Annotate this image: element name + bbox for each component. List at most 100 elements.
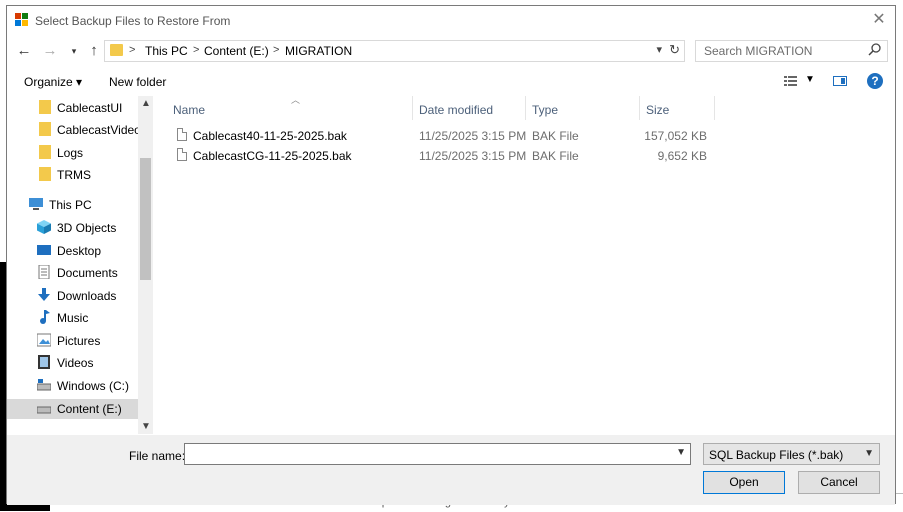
file-name: Cablecast40-11-25-2025.bak bbox=[193, 129, 347, 143]
view-options-icon[interactable] bbox=[784, 76, 797, 86]
tree-item-cablecastui[interactable]: CablecastUI bbox=[7, 98, 138, 118]
new-folder-button[interactable]: New folder bbox=[109, 75, 166, 89]
recent-locations-button[interactable]: ▾ bbox=[65, 42, 83, 60]
tree-item-this-pc[interactable]: This PC bbox=[7, 195, 138, 215]
pictures-icon bbox=[37, 333, 51, 347]
search-box[interactable]: Search MIGRATION bbox=[695, 40, 888, 62]
tree-item-pictures[interactable]: Pictures bbox=[7, 331, 138, 351]
tree-item-downloads[interactable]: Downloads bbox=[7, 286, 138, 306]
cancel-button[interactable]: Cancel bbox=[798, 471, 880, 494]
open-button[interactable]: Open bbox=[703, 471, 785, 494]
tree-item-cablecastvideos[interactable]: CablecastVideoS bbox=[7, 120, 138, 140]
address-dropdown-icon[interactable]: ▾ bbox=[656, 43, 662, 56]
chevron-down-icon[interactable]: ▼ bbox=[676, 447, 686, 458]
drive-icon bbox=[37, 379, 51, 391]
column-header-label: Size bbox=[646, 103, 670, 117]
search-input[interactable]: Search MIGRATION bbox=[704, 44, 812, 58]
tree-item-label: This PC bbox=[49, 198, 92, 212]
dialog-footer: File name: ▼ SQL Backup Files (*.bak) ▼ … bbox=[7, 435, 895, 505]
breadcrumb-separator-icon: > bbox=[193, 44, 200, 56]
tree-item-label: Documents bbox=[57, 266, 118, 280]
dialog-title: Select Backup Files to Restore From bbox=[35, 14, 231, 28]
tree-item-content-e[interactable]: Content (E:) bbox=[7, 399, 138, 419]
column-header-date[interactable]: Date modified bbox=[411, 96, 523, 120]
file-type: BAK File bbox=[532, 149, 579, 163]
tree-item-label: Windows (C:) bbox=[57, 379, 130, 393]
refresh-icon[interactable]: ↻ bbox=[669, 42, 680, 58]
organize-button[interactable]: Organize ▾ bbox=[24, 75, 82, 89]
breadcrumb-migration[interactable]: MIGRATION bbox=[285, 44, 352, 58]
column-header-type[interactable]: Type bbox=[524, 96, 636, 120]
column-header-size[interactable]: Size bbox=[638, 96, 712, 120]
scrollbar-thumb[interactable] bbox=[140, 158, 151, 280]
tree-item-label: Videos bbox=[57, 356, 94, 370]
navigation-scrollbar[interactable]: ▲ ▼ bbox=[138, 96, 153, 434]
help-icon[interactable]: ? bbox=[867, 73, 883, 89]
column-header-label: Type bbox=[532, 103, 559, 117]
documents-icon bbox=[38, 265, 50, 279]
search-icon[interactable] bbox=[867, 42, 883, 58]
drive-icon bbox=[37, 406, 51, 414]
up-arrow-icon: ↑ bbox=[90, 42, 98, 59]
breadcrumb-content-e[interactable]: Content (E:) bbox=[204, 44, 269, 58]
forward-button[interactable]: → bbox=[41, 42, 59, 60]
file-type: BAK File bbox=[532, 129, 579, 143]
file-date: 11/25/2025 3:15 PM bbox=[419, 129, 527, 143]
close-button[interactable]: ✕ bbox=[869, 10, 889, 30]
folder-icon bbox=[39, 122, 51, 136]
folder-icon bbox=[39, 145, 51, 159]
tree-item-3d-objects[interactable]: 3D Objects bbox=[7, 218, 138, 238]
file-size: 157,052 KB bbox=[644, 129, 707, 143]
tree-item-music[interactable]: Music bbox=[7, 308, 138, 328]
videos-icon bbox=[38, 355, 50, 369]
column-header-name[interactable]: Name bbox=[165, 96, 410, 120]
column-header-label: Date modified bbox=[419, 103, 494, 117]
tree-item-desktop[interactable]: Desktop bbox=[7, 241, 138, 261]
chevron-down-icon: ▾ bbox=[71, 46, 77, 56]
scroll-down-icon[interactable]: ▼ bbox=[141, 421, 151, 432]
tree-item-windows-c[interactable]: Windows (C:) bbox=[7, 376, 138, 396]
tree-item-documents[interactable]: Documents bbox=[7, 263, 138, 283]
close-icon: ✕ bbox=[872, 11, 886, 28]
file-name-input[interactable]: ▼ bbox=[184, 443, 691, 465]
app-icon bbox=[15, 13, 28, 26]
column-header-label: Name bbox=[173, 103, 206, 117]
preview-pane-icon[interactable] bbox=[833, 76, 847, 86]
computer-icon bbox=[29, 198, 43, 210]
file-type-value: SQL Backup Files (*.bak) bbox=[709, 448, 844, 462]
tree-item-label: Logs bbox=[57, 146, 84, 160]
back-arrow-icon: ← bbox=[16, 42, 32, 59]
command-bar: Organize ▾ New folder ▼ ? bbox=[7, 70, 895, 94]
file-row[interactable]: CablecastCG-11-25-2025.bak 11/25/2025 3:… bbox=[153, 146, 713, 166]
file-open-dialog: Select Backup Files to Restore From ✕ ← … bbox=[6, 5, 896, 505]
folder-icon bbox=[39, 167, 51, 181]
file-name-label: File name: bbox=[129, 449, 186, 463]
tree-item-label: CablecastUI bbox=[57, 101, 123, 115]
navigation-bar: ← → ▾ ↑ > This PC > Content (E:) > MIGRA… bbox=[7, 38, 895, 66]
tree-item-label: Content (E:) bbox=[57, 402, 122, 416]
breadcrumb-separator-icon: > bbox=[129, 44, 136, 56]
column-divider[interactable] bbox=[714, 96, 715, 120]
view-dropdown-icon[interactable]: ▼ bbox=[805, 74, 815, 85]
scroll-up-icon[interactable]: ▲ bbox=[141, 98, 151, 109]
file-row[interactable]: Cablecast40-11-25-2025.bak 11/25/2025 3:… bbox=[153, 126, 713, 146]
back-button[interactable]: ← bbox=[15, 42, 33, 60]
tree-item-logs[interactable]: Logs bbox=[7, 143, 138, 163]
breadcrumb-separator-icon: > bbox=[273, 44, 280, 56]
tree-item-label: 3D Objects bbox=[57, 221, 117, 235]
file-type-select[interactable]: SQL Backup Files (*.bak) ▼ bbox=[703, 443, 880, 465]
breadcrumb-this-pc[interactable]: This PC bbox=[145, 44, 188, 58]
up-button[interactable]: ↑ bbox=[85, 42, 103, 60]
tree-item-trms[interactable]: TRMS bbox=[7, 165, 138, 185]
chevron-down-icon: ▼ bbox=[864, 448, 874, 459]
address-bar[interactable]: > This PC > Content (E:) > MIGRATION ▾ ↻ bbox=[104, 40, 685, 62]
file-name: CablecastCG-11-25-2025.bak bbox=[193, 149, 352, 163]
tree-item-label: Pictures bbox=[57, 334, 101, 348]
tree-item-label: CablecastVideoS bbox=[57, 123, 138, 137]
file-icon bbox=[177, 148, 187, 161]
file-size: 9,652 KB bbox=[657, 149, 707, 163]
tree-item-videos[interactable]: Videos bbox=[7, 353, 138, 373]
folder-icon bbox=[110, 44, 123, 56]
file-list: ︿ Name Date modified Type Size Cablecast… bbox=[153, 95, 895, 434]
folder-icon bbox=[39, 100, 51, 114]
